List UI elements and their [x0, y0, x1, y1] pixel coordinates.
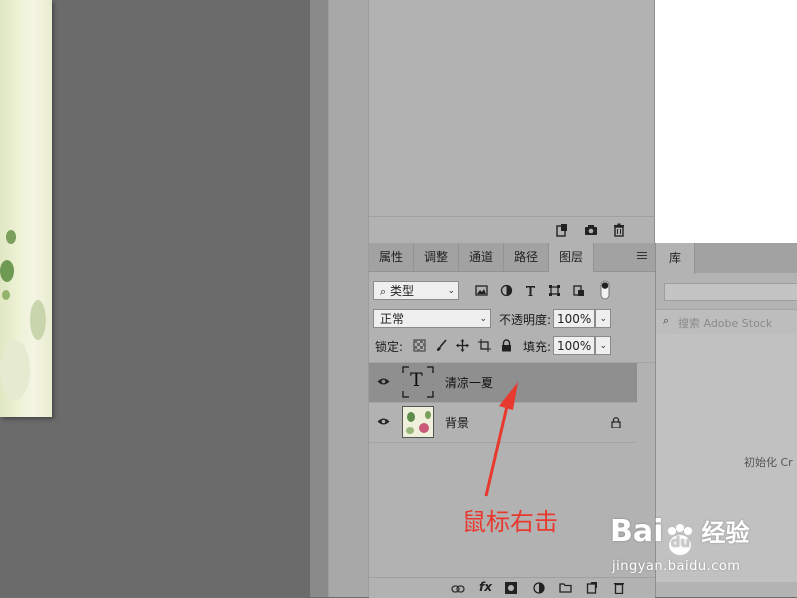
snapshot-camera-icon[interactable] [584, 223, 598, 237]
new-document-from-state-icon[interactable] [555, 223, 569, 237]
library-search-placeholder: 搜索 Adobe Stock [678, 317, 773, 330]
watermark-bai: Bai [610, 514, 664, 549]
opacity-input[interactable]: 100% [553, 309, 595, 328]
library-tab-bar: 库 [656, 243, 797, 274]
chevron-down-icon: ⌄ [479, 314, 487, 324]
fill-dropdown-button[interactable]: ⌄ [595, 336, 611, 355]
layer-filter-kind-dropdown[interactable]: ⌕ 类型 ⌄ [373, 281, 459, 300]
history-panel [368, 0, 654, 244]
filter-kind-label: 类型 [390, 284, 415, 298]
watermark-jingyan: 经验 [701, 519, 750, 547]
blend-mode-value: 正常 [380, 312, 405, 326]
history-toolbar [369, 216, 654, 244]
lock-artboard-icon[interactable] [478, 339, 491, 352]
tab-paths[interactable]: 路径 [504, 243, 549, 271]
adjustment-filter-icon[interactable] [500, 284, 513, 297]
opacity-dropdown-button[interactable]: ⌄ [595, 309, 611, 328]
lock-transparent-icon[interactable] [413, 339, 426, 352]
watermark-url: jingyan.baidu.com [612, 559, 741, 574]
baidu-paw-icon: du [663, 524, 697, 555]
panel-tab-bar: 属性 调整 通道 路径 图层 [369, 243, 655, 272]
library-search-field[interactable]: ⌕ 搜索 Adobe Stock [656, 309, 797, 335]
tab-layers[interactable]: 图层 [549, 243, 594, 272]
text-thumbnail-glyph: T [410, 369, 423, 391]
smartobject-filter-icon[interactable] [572, 284, 585, 297]
photo-image [0, 0, 52, 417]
tab-properties[interactable]: 属性 [369, 243, 414, 271]
panel-menu-icon[interactable] [637, 252, 647, 262]
fill-label: 填充: [523, 340, 552, 354]
search-icon: ⌕ [380, 285, 387, 298]
shape-filter-icon[interactable] [548, 284, 561, 297]
library-init-text: 初始化 Cr [744, 456, 793, 469]
chevron-down-icon: ⌄ [599, 341, 607, 351]
document-canvas[interactable] [0, 0, 310, 597]
mask-icon[interactable] [505, 582, 517, 594]
layer-lock-icon [611, 417, 621, 428]
opacity-value: 100% [557, 312, 592, 326]
lock-label: 锁定: [375, 340, 404, 354]
annotation-arrow [484, 382, 518, 497]
new-layer-icon[interactable] [586, 581, 598, 594]
annotation-text: 鼠标右击 [462, 508, 558, 536]
lock-move-icon[interactable] [456, 339, 469, 352]
eye-visibility-icon[interactable] [377, 417, 390, 426]
blend-mode-dropdown[interactable]: 正常 ⌄ [373, 309, 491, 328]
type-filter-icon[interactable] [524, 284, 537, 297]
text-layer-thumbnail: T [402, 366, 434, 398]
image-filter-icon[interactable] [475, 284, 488, 297]
fx-icon[interactable]: fx [479, 580, 492, 594]
trash-icon[interactable] [612, 223, 626, 237]
baidu-jingyan-watermark: Bai du 经验 jingyan.baidu.com [600, 513, 795, 583]
link-icon[interactable] [451, 584, 465, 594]
background-layer-thumbnail [402, 406, 434, 438]
opacity-label: 不透明度: [499, 313, 552, 327]
canvas-scroll-gutter [310, 0, 328, 597]
lock-all-icon[interactable] [500, 339, 513, 352]
adjustment-layer-icon[interactable] [533, 582, 545, 594]
chevron-down-icon: ⌄ [599, 314, 607, 324]
chevron-down-icon: ⌄ [447, 286, 455, 296]
watermark-brand: Bai du 经验 [610, 513, 750, 555]
tab-adjustments[interactable]: 调整 [414, 243, 459, 271]
empty-panel-area [654, 0, 797, 243]
tab-library[interactable]: 库 [656, 243, 695, 274]
watermark-du: du [670, 535, 691, 551]
group-folder-icon[interactable] [559, 582, 572, 593]
filter-toggle-icon[interactable] [600, 280, 610, 300]
layer-name-background[interactable]: 背景 [445, 414, 469, 431]
library-select-dropdown[interactable] [664, 283, 797, 301]
fill-input[interactable]: 100% [553, 336, 595, 355]
search-icon: ⌕ [663, 314, 670, 327]
eye-visibility-icon[interactable] [377, 377, 390, 386]
panel-dock-strip [328, 0, 369, 597]
fill-value: 100% [557, 339, 592, 353]
tab-channels[interactable]: 通道 [459, 243, 504, 271]
lock-paint-icon[interactable] [435, 339, 448, 352]
